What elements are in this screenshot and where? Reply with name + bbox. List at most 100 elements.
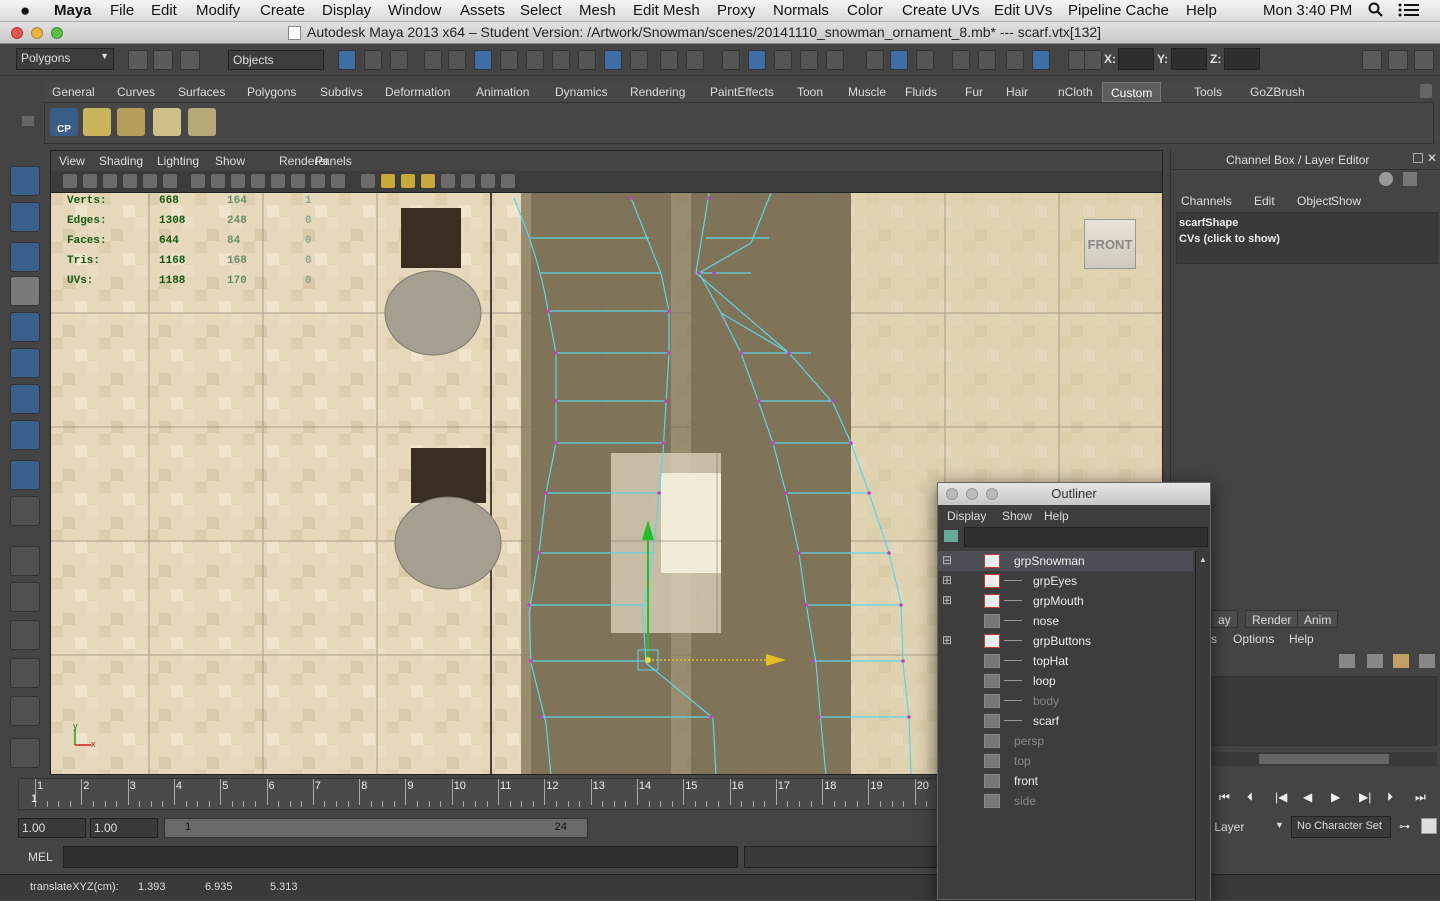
- viewport-menu-show[interactable]: Show: [215, 154, 245, 168]
- status-tool-22-icon[interactable]: [916, 50, 934, 70]
- outliner-menu-help[interactable]: Help: [1044, 509, 1069, 523]
- status-tool-9-icon[interactable]: [552, 50, 570, 70]
- viewport-shading-19-icon[interactable]: [441, 174, 455, 188]
- shelf-tab-rendering[interactable]: Rendering: [630, 85, 685, 99]
- lasso-tool-icon[interactable]: [10, 202, 40, 232]
- start-time-field[interactable]: 1.00: [18, 818, 86, 838]
- status-tool-24-icon[interactable]: [978, 50, 996, 70]
- viewport-shading-3-icon[interactable]: [103, 174, 117, 188]
- outliner-item-front[interactable]: front: [938, 771, 1193, 791]
- viewport-shading-21-icon[interactable]: [481, 174, 495, 188]
- outliner-item-grpbuttons[interactable]: ⊞ grpButtons: [938, 631, 1193, 651]
- viewport-shading-11-icon[interactable]: [271, 174, 285, 188]
- outliner-titlebar[interactable]: Outliner: [938, 483, 1210, 505]
- shelf-tool-2-icon[interactable]: [117, 108, 145, 136]
- viewport-shading-17-icon[interactable]: [401, 174, 415, 188]
- shelf-tool-3-icon[interactable]: [153, 108, 181, 136]
- menu-edit[interactable]: Edit: [151, 2, 177, 19]
- outliner-item-side[interactable]: side: [938, 791, 1193, 811]
- layer-scrollbar[interactable]: [1211, 752, 1437, 766]
- zoom-window-button[interactable]: [51, 27, 63, 39]
- shelf-menu-icon[interactable]: [22, 116, 34, 126]
- menu-create[interactable]: Create: [260, 2, 305, 19]
- status-tool-2-icon[interactable]: [364, 50, 382, 70]
- trash-icon[interactable]: [1420, 84, 1432, 98]
- menu-modify[interactable]: Modify: [196, 2, 240, 19]
- shelf-tab-deformation[interactable]: Deformation: [385, 85, 450, 99]
- menu-assets[interactable]: Assets: [460, 2, 505, 19]
- shelf-tool-4-icon[interactable]: [188, 108, 216, 136]
- outliner-filter-icon[interactable]: [944, 530, 958, 542]
- last-tool-icon[interactable]: [10, 496, 40, 526]
- character-set-dropdown[interactable]: No Character Set: [1291, 816, 1391, 838]
- viewport-shading-13-icon[interactable]: [311, 174, 325, 188]
- status-tool-17-icon[interactable]: [774, 50, 792, 70]
- status-tool-28-icon[interactable]: [1084, 50, 1102, 70]
- viewport-menu-panels[interactable]: Panels: [315, 154, 352, 168]
- viewport-shading-2-icon[interactable]: [83, 174, 97, 188]
- mel-input[interactable]: [63, 846, 738, 868]
- graph-layout-icon[interactable]: [10, 658, 40, 688]
- viewport-shading-9-icon[interactable]: [231, 174, 245, 188]
- persp-outliner-layout-icon[interactable]: [10, 620, 40, 650]
- selection-mode-dropdown[interactable]: Objects: [228, 50, 324, 70]
- shelf-tab-animation[interactable]: Animation: [476, 85, 529, 99]
- menu-help[interactable]: Help: [1186, 2, 1217, 19]
- menu-mesh[interactable]: Mesh: [579, 2, 616, 19]
- menu-display[interactable]: Display: [322, 2, 371, 19]
- manipulator-icon[interactable]: [10, 384, 40, 414]
- tool-settings-icon[interactable]: [1388, 50, 1408, 70]
- status-tool-7-icon[interactable]: [500, 50, 518, 70]
- viewport-shading-6-icon[interactable]: [163, 174, 177, 188]
- viewport-shading-10-icon[interactable]: [251, 174, 265, 188]
- step-back-key-icon[interactable]: |◀: [1275, 790, 1287, 804]
- outliner-menu-display[interactable]: Display: [947, 509, 986, 523]
- layer-menu-help[interactable]: Help: [1289, 632, 1314, 646]
- status-tool-19-icon[interactable]: [826, 50, 844, 70]
- snap-icon[interactable]: [10, 460, 40, 490]
- select-tool-icon[interactable]: [10, 166, 40, 196]
- rotate-tool-icon[interactable]: [10, 312, 40, 342]
- spotlight-search-icon[interactable]: [1368, 2, 1384, 22]
- outliner-item-body[interactable]: body: [938, 691, 1193, 711]
- viewport-shading-1-icon[interactable]: [63, 174, 77, 188]
- new-layer-icon[interactable]: [1339, 654, 1355, 668]
- channel-box-menu-channels[interactable]: Channels: [1181, 194, 1232, 208]
- status-tool-16-icon[interactable]: [748, 50, 766, 70]
- menu-edit-mesh[interactable]: Edit Mesh: [633, 2, 700, 19]
- menu-normals[interactable]: Normals: [773, 2, 829, 19]
- layer-tab-render[interactable]: Render: [1245, 610, 1299, 628]
- app-menu[interactable]: Maya: [54, 2, 92, 19]
- viewport-shading-16-icon[interactable]: [381, 174, 395, 188]
- go-start-icon[interactable]: ⏮: [1219, 790, 1230, 805]
- viewport-shading-14-icon[interactable]: [331, 174, 345, 188]
- status-tool-5-icon[interactable]: [448, 50, 466, 70]
- status-tool-13-icon[interactable]: [660, 50, 678, 70]
- outliner-search-field[interactable]: [964, 527, 1208, 547]
- close-window-button[interactable]: [11, 27, 23, 39]
- step-back-icon[interactable]: ⏴: [1247, 790, 1253, 805]
- shelf-tab-subdivs[interactable]: Subdivs: [320, 85, 363, 99]
- status-tool-21-icon[interactable]: [890, 50, 908, 70]
- channel-box-mode-icon[interactable]: [1379, 172, 1393, 186]
- status-tool-4-icon[interactable]: [424, 50, 442, 70]
- cvs-click-to-show[interactable]: CVs (click to show): [1179, 233, 1280, 245]
- attribute-editor-icon[interactable]: [1362, 50, 1382, 70]
- layer-tab-anim[interactable]: Anim: [1297, 610, 1339, 628]
- playback-start-field[interactable]: 1.00: [90, 818, 158, 838]
- status-tool-26-icon[interactable]: [1032, 50, 1050, 70]
- eyedropper-icon[interactable]: [1403, 172, 1417, 186]
- outliner-item-scarf[interactable]: scarf: [938, 711, 1193, 731]
- shelf-tab-fur[interactable]: Fur: [965, 85, 983, 99]
- single-perspective-layout-icon[interactable]: [10, 546, 40, 576]
- notification-list-icon[interactable]: [1398, 2, 1420, 22]
- y-field[interactable]: [1171, 48, 1207, 70]
- float-panel-icon[interactable]: [1413, 153, 1423, 163]
- shelf-tab-hair[interactable]: Hair: [1006, 85, 1028, 99]
- status-tool-8-icon[interactable]: [526, 50, 544, 70]
- shelf-tab-gozbrush[interactable]: GoZBrush: [1250, 85, 1305, 99]
- menu-select[interactable]: Select: [520, 2, 562, 19]
- hypershade-layout-icon[interactable]: [10, 696, 40, 726]
- save-scene-icon[interactable]: [180, 50, 200, 70]
- layer-menu-s[interactable]: s: [1211, 632, 1217, 646]
